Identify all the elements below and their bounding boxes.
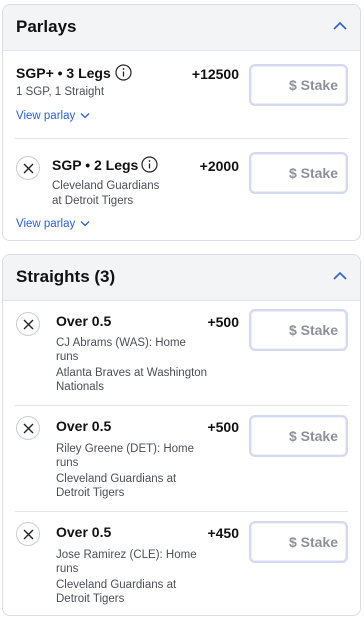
player-market: runs [56,457,79,469]
parlays-title: Parlays [16,17,77,36]
info-icon[interactable] [141,156,158,173]
stake-input[interactable]: $ Stake [249,64,348,106]
player-market: Riley Greene (DET): Home [56,443,195,455]
game-line: Detroit Tigers [56,593,125,605]
remove-button[interactable] [16,416,40,440]
bet-title: Over 0.5 [56,313,112,329]
remove-button[interactable] [16,522,40,546]
chevron-down-icon [80,221,90,227]
parlays-header[interactable]: Parlays [3,5,360,51]
parlay-odds: +2000 [199,158,239,174]
stake-placeholder: $ Stake [288,428,338,444]
view-parlay-label: View parlay [16,218,76,230]
stake-input[interactable]: $ Stake [249,152,348,194]
parlay-item: SGP • 2 Legs +2000 Cleveland Guardians a… [3,139,360,239]
close-icon [23,163,34,174]
bet-title: Over 0.5 [56,524,112,540]
close-icon [23,529,34,540]
bet-odds: +500 [207,419,239,435]
close-icon [23,319,34,330]
straight-item: Over 0.5 +500 Riley Greene (DET): Home r… [3,406,360,510]
straight-item: Over 0.5 +450 Jose Ramirez (CLE): Home r… [3,512,360,615]
game-line: Atlanta Braves at Washington [56,367,208,379]
game-line: Cleveland Guardians [52,180,160,192]
game-line: Cleveland Guardians at [56,473,177,485]
game-line: Cleveland Guardians at [56,579,177,591]
bet-odds: +450 [207,525,239,541]
straights-header[interactable]: Straights (3) [3,255,360,301]
parlay-subtitle: 1 SGP, 1 Straight [16,86,105,98]
stake-placeholder: $ Stake [288,77,338,93]
chevron-down-icon [80,113,90,119]
remove-button[interactable] [16,312,40,336]
close-icon [23,423,34,434]
player-market: runs [56,351,79,363]
player-market: CJ Abrams (WAS): Home [56,337,186,349]
stake-placeholder: $ Stake [288,322,338,338]
game-line: Nationals [56,381,104,393]
view-parlay-label: View parlay [16,110,76,122]
chevron-up-icon[interactable] [332,270,348,282]
stake-placeholder: $ Stake [288,534,338,550]
remove-button[interactable] [16,156,40,180]
view-parlay-link[interactable]: View parlay [16,110,90,122]
player-market: runs [56,563,79,575]
player-market: Jose Ramirez (CLE): Home [56,549,197,561]
parlay-title: SGP+ • 3 Legs [16,65,111,81]
parlay-title: SGP • 2 Legs [52,157,139,173]
view-parlay-link[interactable]: View parlay [16,218,90,230]
stake-input[interactable]: $ Stake [249,309,348,351]
straight-item: Over 0.5 +500 CJ Abrams (WAS): Home runs… [3,302,360,404]
bet-odds: +500 [207,314,239,330]
parlay-item: SGP+ • 3 Legs +12500 1 SGP, 1 Straight V… [3,52,360,137]
straights-title: Straights (3) [16,267,116,286]
stake-input[interactable]: $ Stake [249,521,348,563]
stake-input[interactable]: $ Stake [249,415,348,457]
chevron-up-icon[interactable] [332,20,348,32]
stake-placeholder: $ Stake [288,165,338,181]
parlays-section: Parlays SGP+ • 3 Legs +12500 1 SGP, 1 St… [2,4,361,241]
game-line: at Detroit Tigers [52,195,134,207]
parlay-odds: +12500 [191,66,239,82]
bet-title: Over 0.5 [56,418,112,434]
info-icon[interactable] [115,64,132,81]
game-line: Detroit Tigers [56,487,125,499]
straights-section: Straights (3) Over 0.5 +500 CJ Abrams (W… [2,254,361,616]
